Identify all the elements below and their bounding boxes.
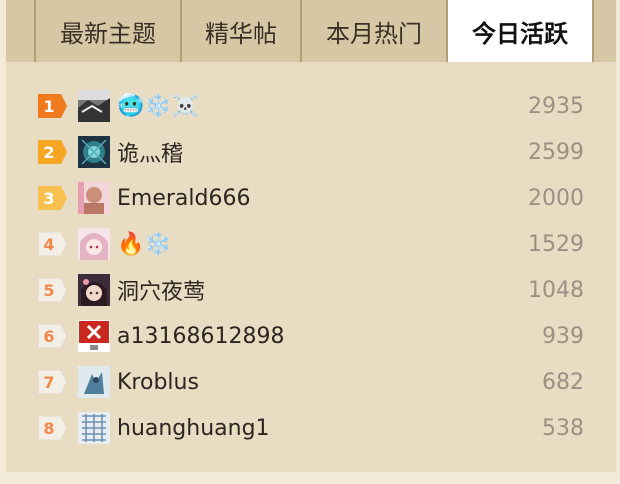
activity-score: 939	[542, 323, 584, 349]
rank-badge: 4	[36, 231, 68, 257]
activity-score: 538	[542, 415, 584, 441]
user-avatar[interactable]	[78, 228, 110, 260]
rank-badge: 6	[36, 323, 68, 349]
user-avatar[interactable]	[78, 366, 110, 398]
username-link[interactable]: Emerald666	[117, 180, 250, 216]
broken-image-icon[interactable]	[78, 320, 110, 352]
username-link[interactable]: 洞穴夜莺	[117, 272, 205, 308]
tab-today-active[interactable]: 今日活跃	[446, 0, 594, 62]
list-item: 5 洞穴夜莺 1048	[6, 270, 616, 310]
activity-score: 1048	[528, 277, 584, 303]
username-link[interactable]: Kroblus	[117, 364, 199, 400]
list-item: 3 Emerald666 2000	[6, 178, 616, 218]
user-avatar[interactable]	[78, 136, 110, 168]
list-item: 6 a13168612898 939	[6, 316, 616, 356]
user-avatar[interactable]	[78, 412, 110, 444]
list-item: 8 huanghuang1 538	[6, 408, 616, 448]
username-link[interactable]: 🥶❄️☠️	[117, 88, 199, 124]
username-link[interactable]: 诡灬稽	[117, 134, 183, 170]
rank-badge: 2	[36, 139, 68, 165]
activity-score: 682	[542, 369, 584, 395]
user-avatar[interactable]	[78, 90, 110, 122]
activity-score: 1529	[528, 231, 584, 257]
tab-bar: 最新主题 精华帖 本月热门 今日活跃	[6, 0, 616, 62]
ranking-panel: 最新主题 精华帖 本月热门 今日活跃 1 🥶❄️☠️ 2935 2 诡灬稽 25…	[6, 0, 616, 472]
rank-badge: 5	[36, 277, 68, 303]
rank-badge: 8	[36, 415, 68, 441]
list-item: 4 🔥❄️ 1529	[6, 224, 616, 264]
list-item: 7 Kroblus 682	[6, 362, 616, 402]
username-link[interactable]: 🔥❄️	[117, 226, 172, 262]
activity-score: 2935	[528, 93, 584, 119]
rank-badge: 1	[36, 93, 68, 119]
activity-score: 2000	[528, 185, 584, 211]
list-item: 2 诡灬稽 2599	[6, 132, 616, 172]
tab-featured-posts[interactable]: 精华帖	[180, 0, 300, 62]
rank-badge: 7	[36, 369, 68, 395]
user-avatar[interactable]	[78, 182, 110, 214]
tab-monthly-hot[interactable]: 本月热门	[300, 0, 446, 62]
username-link[interactable]: a13168612898	[117, 318, 284, 354]
list-item: 1 🥶❄️☠️ 2935	[6, 86, 616, 126]
username-link[interactable]: huanghuang1	[117, 410, 270, 446]
user-avatar[interactable]	[78, 274, 110, 306]
rank-badge: 3	[36, 185, 68, 211]
activity-score: 2599	[528, 139, 584, 165]
tab-latest-topics[interactable]: 最新主题	[34, 0, 180, 62]
